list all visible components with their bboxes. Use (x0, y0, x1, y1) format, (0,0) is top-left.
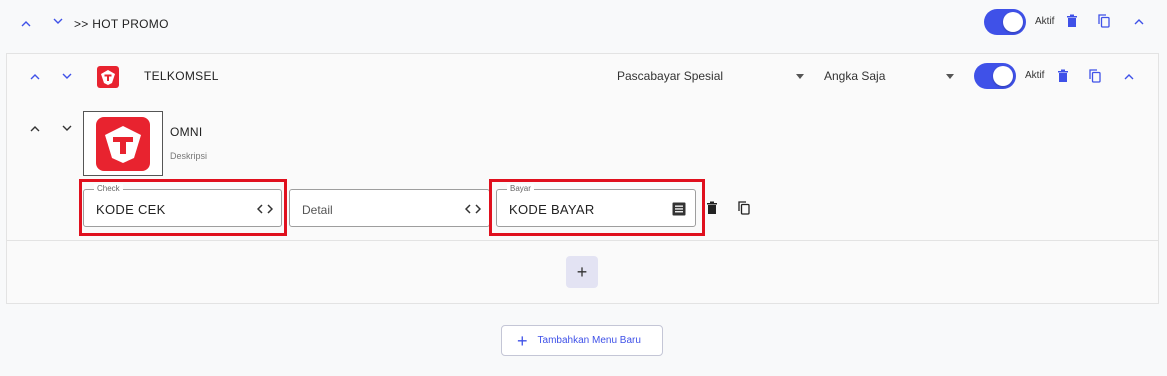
input-type-select[interactable]: Angka Saja (824, 69, 885, 83)
provider-move-up-icon[interactable] (29, 70, 41, 82)
provider-move-down-icon[interactable] (61, 70, 73, 82)
move-down-chevron-icon[interactable] (52, 15, 64, 27)
copy-icon[interactable] (1096, 13, 1112, 29)
add-product-button[interactable]: + (566, 256, 598, 288)
check-field-highlight (79, 179, 287, 236)
add-new-menu-button[interactable]: + Tambahkan Menu Baru (501, 325, 663, 356)
code-icon[interactable] (465, 201, 481, 217)
trash-icon[interactable] (704, 200, 720, 216)
product-move-down-icon[interactable] (61, 122, 73, 134)
product-move-up-icon[interactable] (29, 122, 41, 134)
provider-active-label: Aktif (1025, 70, 1045, 81)
section-active-toggle[interactable] (984, 9, 1026, 35)
trash-icon[interactable] (1055, 68, 1071, 84)
telkomsel-logo-small (97, 66, 119, 88)
chevron-down-icon[interactable] (946, 74, 954, 79)
collapse-section-icon[interactable] (1133, 15, 1145, 27)
product-name: OMNI (170, 125, 203, 139)
chevron-down-icon[interactable] (796, 74, 804, 79)
move-up-chevron-icon[interactable] (20, 17, 32, 29)
detail-field-placeholder: Detail (302, 203, 333, 217)
collapse-provider-icon[interactable] (1123, 70, 1135, 82)
trash-icon[interactable] (1064, 13, 1080, 29)
provider-active-toggle[interactable] (974, 63, 1016, 89)
plus-icon: + (517, 330, 528, 351)
copy-icon[interactable] (736, 200, 752, 216)
category-select[interactable]: Pascabayar Spesial (617, 69, 723, 83)
section-title: >> HOT PROMO (74, 17, 169, 31)
provider-name: TELKOMSEL (144, 69, 219, 83)
copy-icon[interactable] (1087, 68, 1103, 84)
section-active-label: Aktif (1035, 16, 1055, 27)
add-new-menu-label: Tambahkan Menu Baru (537, 335, 641, 346)
pay-field-highlight (489, 179, 705, 236)
detail-field[interactable]: Detail (289, 189, 490, 227)
product-description: Deskripsi (170, 151, 208, 161)
product-image[interactable] (83, 111, 163, 176)
plus-icon: + (576, 261, 588, 282)
card-divider (7, 240, 1158, 241)
